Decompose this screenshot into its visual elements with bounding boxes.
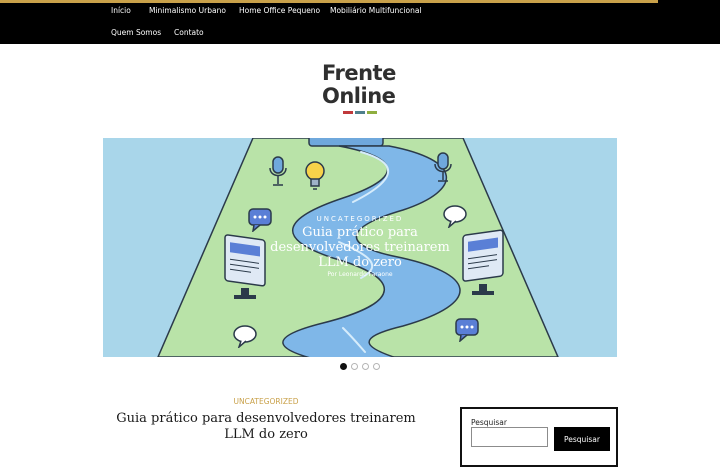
logo-line-2: Online: [322, 84, 396, 108]
nav-item-mobiliario-multifuncional[interactable]: Mobiliário Multifuncional: [330, 6, 422, 16]
slider-dot-3[interactable]: [362, 363, 369, 370]
nav-item-minimalismo-urbano[interactable]: Minimalismo Urbano: [149, 6, 226, 16]
site-logo[interactable]: Frente Online: [320, 62, 402, 118]
nav-item-home-office-pequeno[interactable]: Home Office Pequeno: [239, 6, 320, 16]
post-category[interactable]: UNCATEGORIZED: [104, 397, 428, 406]
nav-item-quem-somos[interactable]: Quem Somos: [111, 28, 161, 38]
slide-title[interactable]: Guia prático para desenvolvedores treina…: [260, 225, 460, 270]
microphone-icon: [269, 156, 287, 186]
slider-dot-2[interactable]: [351, 363, 358, 370]
logo-swatch-red: [343, 111, 353, 114]
search-label: Pesquisar: [471, 418, 507, 427]
logo-swatch-green: [367, 111, 377, 114]
search-widget: Pesquisar Pesquisar: [460, 407, 618, 467]
slide-category[interactable]: UNCATEGORIZED: [103, 214, 617, 224]
nav-item-inicio[interactable]: Início: [111, 6, 131, 16]
post-title[interactable]: Guia prático para desenvolvedores treina…: [104, 411, 428, 443]
slider-dot-1[interactable]: [340, 363, 347, 370]
featured-slider[interactable]: UNCATEGORIZED Guia prático para desenvol…: [103, 138, 617, 357]
chat-bubble-icon: [455, 318, 479, 342]
search-button[interactable]: Pesquisar: [554, 427, 610, 451]
slide-caption: UNCATEGORIZED Guia prático para desenvol…: [103, 214, 617, 279]
nav-item-contato[interactable]: Contato: [174, 28, 204, 38]
search-input[interactable]: [471, 427, 548, 447]
slide-author[interactable]: Por Leonardo Faraone: [103, 271, 617, 279]
logo-line-1: Frente: [322, 61, 396, 85]
microphone-icon: [434, 152, 452, 182]
accent-line: [0, 0, 658, 3]
chat-bubble-icon: [233, 325, 257, 348]
logo-swatch-teal: [355, 111, 365, 114]
slider-dot-4[interactable]: [373, 363, 380, 370]
top-navigation: Início Minimalismo Urbano Home Office Pe…: [0, 0, 720, 44]
lightbulb-icon: [305, 161, 325, 190]
